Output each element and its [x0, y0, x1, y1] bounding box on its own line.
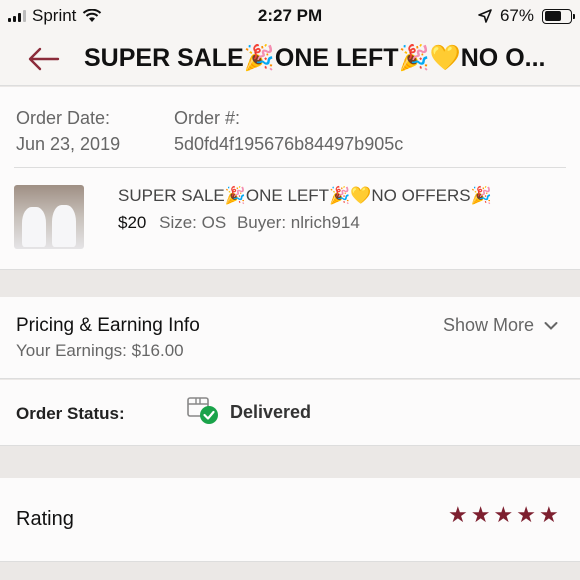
- pricing-card: Pricing & Earning Info Your Earnings: $1…: [0, 297, 580, 379]
- rating-label: Rating: [16, 508, 74, 530]
- order-date-label: Order Date:: [16, 108, 111, 128]
- divider: [14, 167, 566, 168]
- earnings-text: Your Earnings: $16.00: [16, 341, 184, 360]
- item-thumbnail[interactable]: [14, 185, 84, 249]
- location-arrow-icon: [478, 9, 492, 23]
- back-arrow-icon[interactable]: [26, 44, 62, 74]
- star-icon: ★: [516, 502, 536, 527]
- delivered-box-icon: [187, 397, 218, 424]
- show-more-button[interactable]: Show More: [443, 315, 558, 336]
- order-status-card: Order Status: Delivered: [0, 380, 580, 446]
- section-gap: [0, 563, 580, 580]
- item-price: $20: [118, 213, 147, 232]
- order-date-block: Order Date: Jun 23, 2019: [16, 105, 120, 157]
- page-title: SUPER SALE🎉ONE LEFT🎉💛NO O...: [84, 44, 546, 72]
- pricing-heading: Pricing & Earning Info: [16, 315, 200, 336]
- order-status-label: Order Status:: [16, 404, 125, 423]
- section-gap: [0, 271, 580, 296]
- show-more-label: Show More: [442, 315, 534, 335]
- order-status-value: Delivered: [230, 402, 312, 422]
- rating-card: Rating ★ ★ ★ ★ ★: [0, 478, 580, 562]
- order-number-label: Order #:: [174, 108, 241, 128]
- star-icon: ★: [538, 502, 559, 527]
- section-gap: [0, 447, 580, 477]
- order-summary-card: Order Date: Jun 23, 2019 Order #: 5d0fd4…: [0, 87, 580, 270]
- item-size: Size: OS: [159, 213, 227, 232]
- order-number-block: Order #: 5d0fd4f195676b84497b905c: [174, 105, 403, 157]
- nav-bar: SUPER SALE🎉ONE LEFT🎉💛NO O...: [0, 32, 580, 86]
- order-date-value: Jun 23, 2019: [16, 134, 121, 154]
- rating-stars: ★ ★ ★ ★ ★: [448, 502, 559, 528]
- item-title[interactable]: SUPER SALE🎉ONE LEFT🎉💛NO OFFERS🎉: [118, 186, 492, 206]
- battery-icon: [542, 8, 575, 24]
- battery-percent: 67%: [499, 6, 534, 25]
- chevron-down-icon: [544, 321, 558, 330]
- item-buyer[interactable]: Buyer: nlrich914: [237, 213, 360, 232]
- item-meta: $20 Size: OS Buyer: nlrich914: [118, 213, 360, 233]
- star-icon: ★: [470, 502, 491, 527]
- star-icon: ★: [493, 502, 514, 527]
- status-bar: Sprint 2:27 PM 67%: [0, 0, 580, 32]
- system-indicators: 67%: [478, 6, 575, 26]
- star-icon: ★: [448, 502, 468, 527]
- order-number-value: 5d0fd4f195676b84497b905c: [174, 134, 404, 154]
